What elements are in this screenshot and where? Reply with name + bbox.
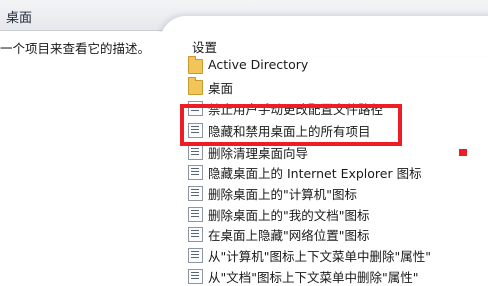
setting-item-remove-documents-icon[interactable]: 删除桌面上的"我的文档"图标 <box>186 204 486 224</box>
setting-item-remove-documents-properties[interactable]: 从"文档"图标上下文菜单中删除"属性" <box>186 266 486 286</box>
list-item-label: 从"计算机"图标上下文菜单中删除"属性" <box>208 249 431 264</box>
setting-icon <box>188 227 203 242</box>
list-item-label: 删除桌面上的"计算机"图标 <box>208 187 357 202</box>
folder-icon <box>188 56 203 74</box>
setting-icon <box>188 186 203 201</box>
list-item-label: Active Directory <box>208 57 309 72</box>
setting-icon <box>188 207 203 222</box>
list-item-label: 隐藏桌面上的 Internet Explorer 图标 <box>208 166 422 181</box>
list-item-label: 桌面 <box>208 81 234 96</box>
setting-item-remove-computer-properties[interactable]: 从"计算机"图标上下文菜单中删除"属性" <box>186 245 486 265</box>
annotation-highlight-box <box>180 104 402 146</box>
setting-icon <box>188 145 203 160</box>
header-title: 桌面 <box>6 11 33 26</box>
list-item-label: 从"文档"图标上下文菜单中删除"属性" <box>208 270 419 285</box>
setting-icon <box>188 269 203 284</box>
column-header-settings[interactable]: 设置 <box>192 37 217 56</box>
folder-item-desktop[interactable]: 桌面 <box>186 77 486 97</box>
setting-icon <box>188 165 203 180</box>
setting-item-hide-network-icon[interactable]: 在桌面上隐藏"网络位置"图标 <box>186 224 486 244</box>
description-text: 一个项目来查看它的描述。 <box>0 41 151 56</box>
folder-item-active-directory[interactable]: Active Directory <box>186 56 486 76</box>
folder-icon <box>188 77 203 95</box>
setting-item-remove-computer-icon[interactable]: 删除桌面上的"计算机"图标 <box>186 183 486 203</box>
list-item-label: 删除桌面上的"我的文档"图标 <box>208 208 370 223</box>
list-item-label: 在桌面上隐藏"网络位置"图标 <box>208 228 370 243</box>
description-pane: 一个项目来查看它的描述。 <box>0 32 180 278</box>
setting-icon <box>188 248 203 263</box>
setting-item-hide-ie-icon[interactable]: 隐藏桌面上的 Internet Explorer 图标 <box>186 162 486 182</box>
annotation-red-marker <box>459 149 467 156</box>
